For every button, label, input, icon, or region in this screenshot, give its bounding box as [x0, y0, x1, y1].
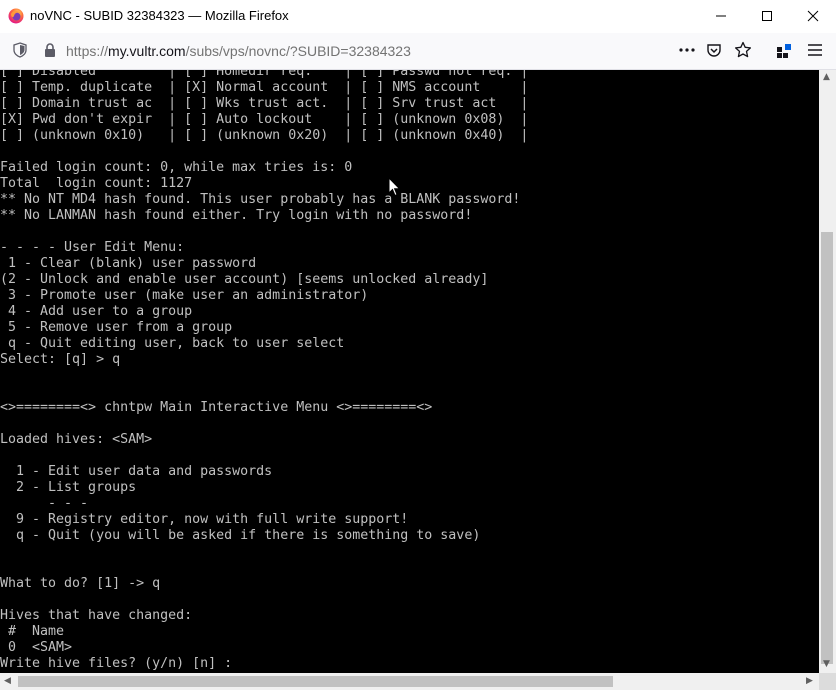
terminal-line: [ ] (unknown 0x10) | [ ] (unknown 0x20) …	[0, 128, 529, 143]
url-host: my.vultr.com	[108, 43, 186, 59]
terminal-line: - - -	[0, 496, 89, 511]
horizontal-scroll-thumb[interactable]	[18, 676, 613, 687]
terminal-line: 5 - Remove user from a group	[0, 320, 233, 335]
terminal-line: 2 - List groups	[0, 480, 137, 495]
close-button[interactable]	[790, 0, 836, 32]
terminal-line: # Name	[0, 624, 65, 639]
bookmark-star-icon[interactable]	[734, 41, 752, 59]
mouse-cursor-icon	[388, 177, 401, 197]
terminal-line: Loaded hives: <SAM>	[0, 432, 153, 447]
vnc-viewport[interactable]: [ ] Disabled | [ ] Homedir req. | [ ] Pa…	[0, 70, 819, 673]
minimize-button[interactable]	[698, 0, 744, 32]
terminal-line: 4 - Add user to a group	[0, 304, 193, 319]
scroll-left-arrow-icon[interactable]: ◀	[4, 677, 11, 686]
scroll-down-arrow-icon[interactable]: ▼	[823, 660, 830, 669]
terminal-line: 1 - Clear (blank) user password	[0, 256, 257, 271]
terminal-line: Hives that have changed:	[0, 608, 193, 623]
terminal-line: [ ] Disabled | [ ] Homedir req. | [ ] Pa…	[0, 70, 529, 79]
terminal-line: 3 - Promote user (make user an administr…	[0, 288, 369, 303]
terminal-line: q - Quit editing user, back to user sele…	[0, 336, 345, 351]
terminal-line: ** No NT MD4 hash found. This user proba…	[0, 192, 521, 207]
terminal-line: Total login count: 1127	[0, 176, 193, 191]
minimize-icon	[716, 15, 726, 17]
terminal-line: 1 - Edit user data and passwords	[0, 464, 273, 479]
url-prefix: https://	[66, 43, 109, 59]
extensions-icon[interactable]	[775, 42, 793, 60]
terminal-line: [X] Pwd don't expir | [ ] Auto lockout |…	[0, 112, 529, 127]
terminal-line: ** No LANMAN hash found either. Try logi…	[0, 208, 473, 223]
url-path: /subs/vps/novnc/?SUBID=32384323	[185, 43, 411, 59]
hamburger-menu-icon[interactable]	[807, 43, 823, 57]
firefox-icon	[8, 8, 24, 24]
more-icon[interactable]	[678, 43, 696, 57]
pocket-icon[interactable]	[706, 42, 722, 58]
terminal-line: <>========<> chntpw Main Interactive Men…	[0, 400, 433, 415]
close-icon	[807, 10, 819, 22]
terminal-output: [ ] Disabled | [ ] Homedir req. | [ ] Pa…	[0, 70, 528, 672]
terminal-line: What to do? [1] -> q	[0, 576, 161, 591]
terminal-line: (2 - Unlock and enable user account) [se…	[0, 272, 489, 287]
terminal-line: Select: [q] > q	[0, 352, 121, 367]
maximize-icon	[762, 11, 772, 21]
terminal-line: [ ] Temp. duplicate | [X] Normal account…	[0, 80, 529, 95]
shield-icon[interactable]	[12, 42, 28, 58]
scrollbar-corner	[819, 673, 836, 690]
terminal-line: 9 - Registry editor, now with full write…	[0, 512, 409, 527]
terminal-line: q - Quit (you will be asked if there is …	[0, 528, 481, 543]
terminal-line: [ ] Domain trust ac | [ ] Wks trust act.…	[0, 96, 529, 111]
terminal-line: Failed login count: 0, while max tries i…	[0, 160, 353, 175]
navigation-toolbar: https://my.vultr.com/subs/vps/novnc/?SUB…	[0, 33, 836, 70]
horizontal-scrollbar[interactable]: ◀ ▶	[0, 673, 819, 690]
terminal-line: Write hive files? (y/n) [n] :	[0, 656, 233, 671]
vertical-scrollbar[interactable]: ▲ ▼	[819, 70, 836, 673]
scroll-up-arrow-icon[interactable]: ▲	[823, 73, 830, 82]
url-bar[interactable]: https://my.vultr.com/subs/vps/novnc/?SUB…	[6, 35, 762, 65]
window-title: noVNC - SUBID 32384323 — Mozilla Firefox	[30, 8, 289, 23]
terminal-line: - - - - User Edit Menu:	[0, 240, 185, 255]
terminal-line: 0 <SAM>	[0, 640, 73, 655]
vertical-scroll-thumb[interactable]	[821, 232, 833, 664]
url-text[interactable]: https://my.vultr.com/subs/vps/novnc/?SUB…	[66, 43, 411, 59]
maximize-button[interactable]	[744, 0, 790, 32]
scroll-right-arrow-icon[interactable]: ▶	[806, 677, 813, 686]
lock-icon[interactable]	[42, 42, 58, 58]
window-titlebar: noVNC - SUBID 32384323 — Mozilla Firefox	[0, 0, 836, 33]
